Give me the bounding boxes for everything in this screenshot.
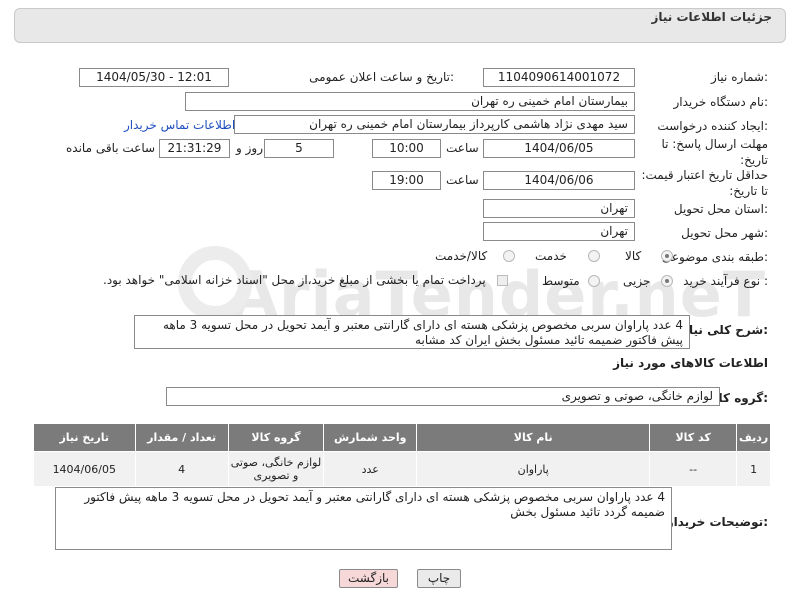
items-table-header: ردیف کد کالا نام کالا واحد شمارش گروه کا… bbox=[33, 423, 771, 452]
table-row: 1 -- پاراوان عدد لوازم خانگی، صوتی و تصو… bbox=[33, 451, 771, 487]
city-field: تهران bbox=[483, 222, 635, 241]
delivery-city-label: شهر محل تحویل: bbox=[681, 226, 768, 240]
hours-left-label: ساعت باقی مانده bbox=[66, 141, 156, 155]
col-unit: واحد شمارش bbox=[323, 423, 418, 452]
reply-deadline-label: مهلت ارسال پاسخ: تا تاریخ: bbox=[661, 137, 768, 167]
goods-info-heading: اطلاعات کالاهای مورد نیاز bbox=[613, 356, 768, 370]
print-button[interactable]: چاپ bbox=[417, 569, 461, 588]
col-date: تاریخ نیاز bbox=[33, 423, 136, 452]
contact-buyer-link[interactable]: اطلاعات تماس خریدار bbox=[124, 118, 235, 132]
treasury-payment-checkbox[interactable] bbox=[497, 275, 508, 286]
buyer-notes-text: 4 عدد پاراوان سربی مخصوص پزشکی هسته ای د… bbox=[84, 490, 665, 519]
purchase-type-label: نوع فرآیند خرید : bbox=[683, 274, 768, 288]
day-and-label: روز و bbox=[236, 141, 263, 155]
time-left-field: 21:31:29 bbox=[159, 139, 230, 158]
category-label: طبقه بندی موضوعی: bbox=[661, 250, 768, 264]
validity-date-field: 1404/06/06 bbox=[483, 171, 635, 190]
buyer-org-label: نام دستگاه خریدار: bbox=[673, 95, 769, 109]
reply-date-field: 1404/06/05 bbox=[483, 139, 635, 158]
buyer-org-field: بیمارستان امام خمینی ره تهران bbox=[185, 92, 635, 111]
announce-datetime-label: تاریخ و ساعت اعلان عمومی: bbox=[309, 70, 454, 84]
days-left-field: 5 bbox=[264, 139, 334, 158]
reply-time-label: ساعت bbox=[446, 141, 479, 155]
col-group: گروه کالا bbox=[227, 423, 325, 452]
cell-group: لوازم خانگی، صوتی و تصویری bbox=[227, 451, 325, 487]
need-number-field: 1104090614001072 bbox=[483, 68, 635, 87]
need-number-label: شماره نیاز: bbox=[710, 70, 768, 84]
category-radio-service[interactable] bbox=[588, 250, 600, 262]
back-button[interactable]: بازگشت bbox=[339, 569, 398, 588]
category-radio-goods[interactable] bbox=[661, 250, 673, 262]
reply-time-field: 10:00 bbox=[372, 139, 441, 158]
requester-field: سید مهدی نژاد هاشمی کارپرداز بیمارستان ا… bbox=[234, 115, 635, 134]
buyer-notes-label: توضیحات خریدار: bbox=[666, 515, 768, 529]
purchase-option-minor: جزیی bbox=[623, 274, 651, 288]
payment-note: پرداخت تمام یا بخشی از مبلغ خرید،از محل … bbox=[103, 273, 486, 287]
col-name: نام کالا bbox=[416, 423, 651, 452]
page-title: جزئیات اطلاعات نیاز bbox=[651, 10, 772, 24]
general-description-text: 4 عدد پاراوان سربی مخصوص پزشکی هسته ای د… bbox=[162, 318, 683, 347]
goods-group-field: لوازم خانگی، صوتی و تصویری bbox=[166, 387, 720, 406]
validity-time-field: 19:00 bbox=[372, 171, 441, 190]
buyer-notes-textarea[interactable]: 4 عدد پاراوان سربی مخصوص پزشکی هسته ای د… bbox=[55, 487, 672, 550]
requester-label: ایجاد کننده درخواست: bbox=[657, 119, 768, 133]
cell-unit: عدد bbox=[323, 451, 418, 487]
delivery-province-label: استان محل تحویل: bbox=[673, 202, 768, 216]
cell-qty: 4 bbox=[134, 451, 229, 487]
purchase-option-medium: متوسط bbox=[542, 274, 580, 288]
announce-datetime-field: 1404/05/30 - 12:01 bbox=[79, 68, 229, 87]
validity-time-label: ساعت bbox=[446, 173, 479, 187]
cell-row: 1 bbox=[736, 451, 771, 487]
category-radio-goods-service[interactable] bbox=[503, 250, 515, 262]
col-qty: تعداد / مقدار bbox=[134, 423, 229, 452]
purchase-radio-medium[interactable] bbox=[588, 275, 600, 287]
items-table: ردیف کد کالا نام کالا واحد شمارش گروه کا… bbox=[33, 423, 771, 487]
general-description-label: شرح کلی نیاز: bbox=[682, 323, 768, 337]
category-option-goods-service: کالا/خدمت bbox=[435, 249, 488, 263]
col-code: کد کالا bbox=[649, 423, 738, 452]
category-option-service: خدمت bbox=[535, 249, 567, 263]
province-field: تهران bbox=[483, 199, 635, 218]
col-row: ردیف bbox=[736, 423, 771, 452]
purchase-radio-minor[interactable] bbox=[661, 275, 673, 287]
price-validity-label: حداقل تاریخ اعتبار قیمت: تا تاریخ: bbox=[641, 168, 768, 198]
category-option-goods: کالا bbox=[625, 249, 642, 263]
cell-name: پاراوان bbox=[416, 451, 651, 487]
general-description-textarea[interactable]: 4 عدد پاراوان سربی مخصوص پزشکی هسته ای د… bbox=[134, 315, 690, 349]
cell-date: 1404/06/05 bbox=[33, 451, 136, 487]
cell-code: -- bbox=[649, 451, 738, 487]
